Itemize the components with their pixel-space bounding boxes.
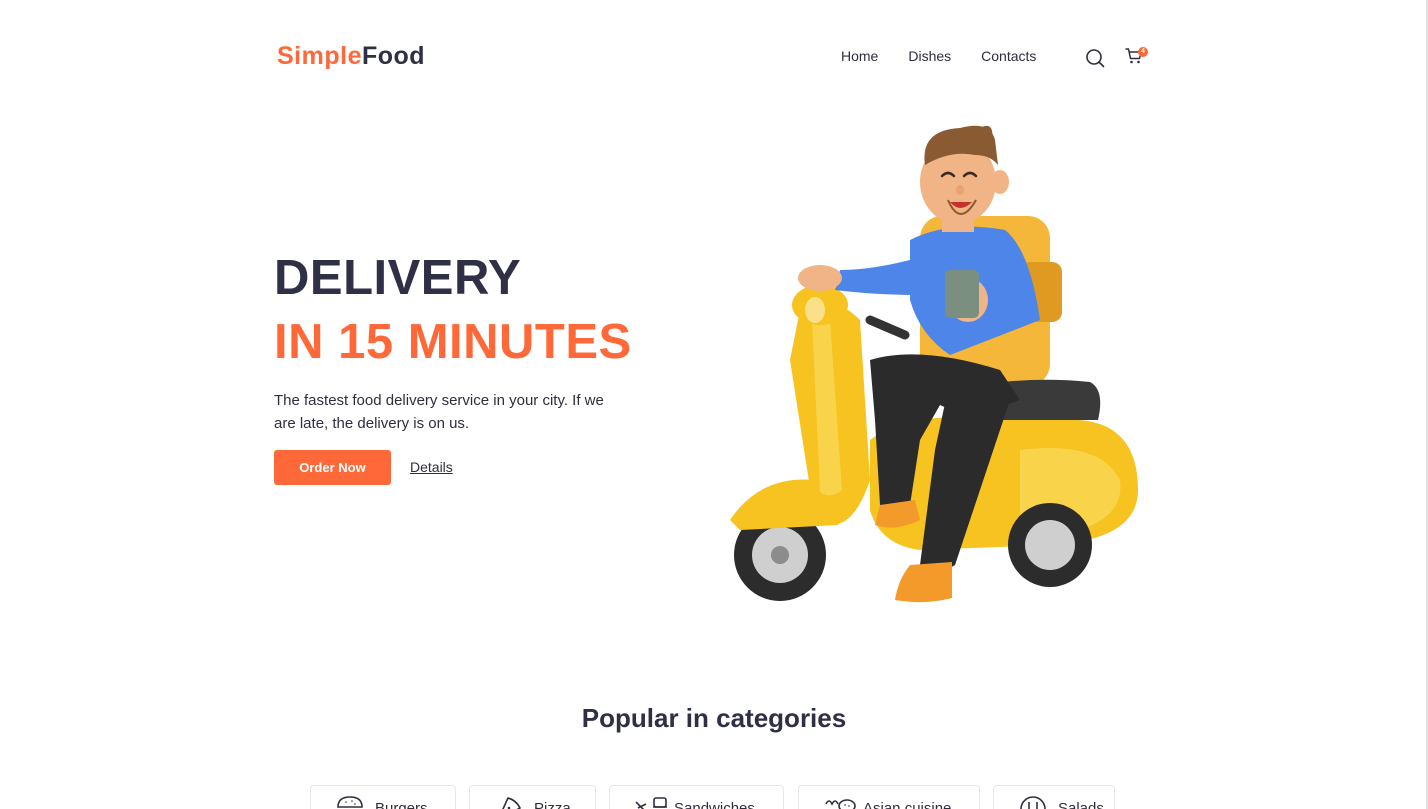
hero-title-line2: IN 15 MINUTES bbox=[274, 315, 632, 369]
cart-count-badge: 4 bbox=[1138, 47, 1148, 57]
category-label: Asian cuisine bbox=[863, 800, 952, 809]
burger-icon bbox=[337, 796, 363, 808]
page: SimpleFood Home Dishes Contacts 4 DELIVE… bbox=[0, 0, 1428, 809]
category-burgers[interactable]: Burgers bbox=[310, 785, 456, 809]
pizza-icon bbox=[502, 797, 521, 809]
nav-contacts[interactable]: Contacts bbox=[981, 48, 1036, 64]
logo-simple: Simple bbox=[277, 42, 362, 70]
category-label: Sandwiches bbox=[674, 800, 755, 809]
main-nav: Home Dishes Contacts bbox=[841, 48, 1036, 64]
sandwich-icon bbox=[635, 797, 667, 809]
nav-dishes[interactable]: Dishes bbox=[908, 48, 951, 64]
search-icon[interactable] bbox=[1085, 48, 1105, 68]
asian-cuisine-icon bbox=[825, 799, 856, 809]
details-link[interactable]: Details bbox=[410, 459, 453, 475]
logo[interactable]: SimpleFood bbox=[277, 42, 425, 71]
hero-title-line1: DELIVERY bbox=[274, 251, 522, 305]
category-label: Pizza bbox=[534, 800, 571, 809]
category-pizza[interactable]: Pizza bbox=[469, 785, 596, 809]
category-label: Burgers bbox=[375, 800, 428, 809]
hero-description: The fastest food delivery service in you… bbox=[274, 392, 604, 432]
hero-illustration bbox=[720, 120, 1150, 610]
logo-food: Food bbox=[361, 42, 426, 70]
nav-home[interactable]: Home bbox=[841, 48, 878, 64]
category-label: Salads bbox=[1058, 800, 1104, 809]
categories-title: Popular in categories bbox=[581, 703, 847, 733]
order-now-button[interactable]: Order Now bbox=[274, 450, 391, 485]
category-salads[interactable]: Salads bbox=[993, 785, 1115, 809]
category-asian-cuisine[interactable]: Asian cuisine bbox=[798, 785, 980, 809]
category-sandwiches[interactable]: Sandwiches bbox=[609, 785, 784, 809]
salad-icon bbox=[1020, 796, 1046, 809]
